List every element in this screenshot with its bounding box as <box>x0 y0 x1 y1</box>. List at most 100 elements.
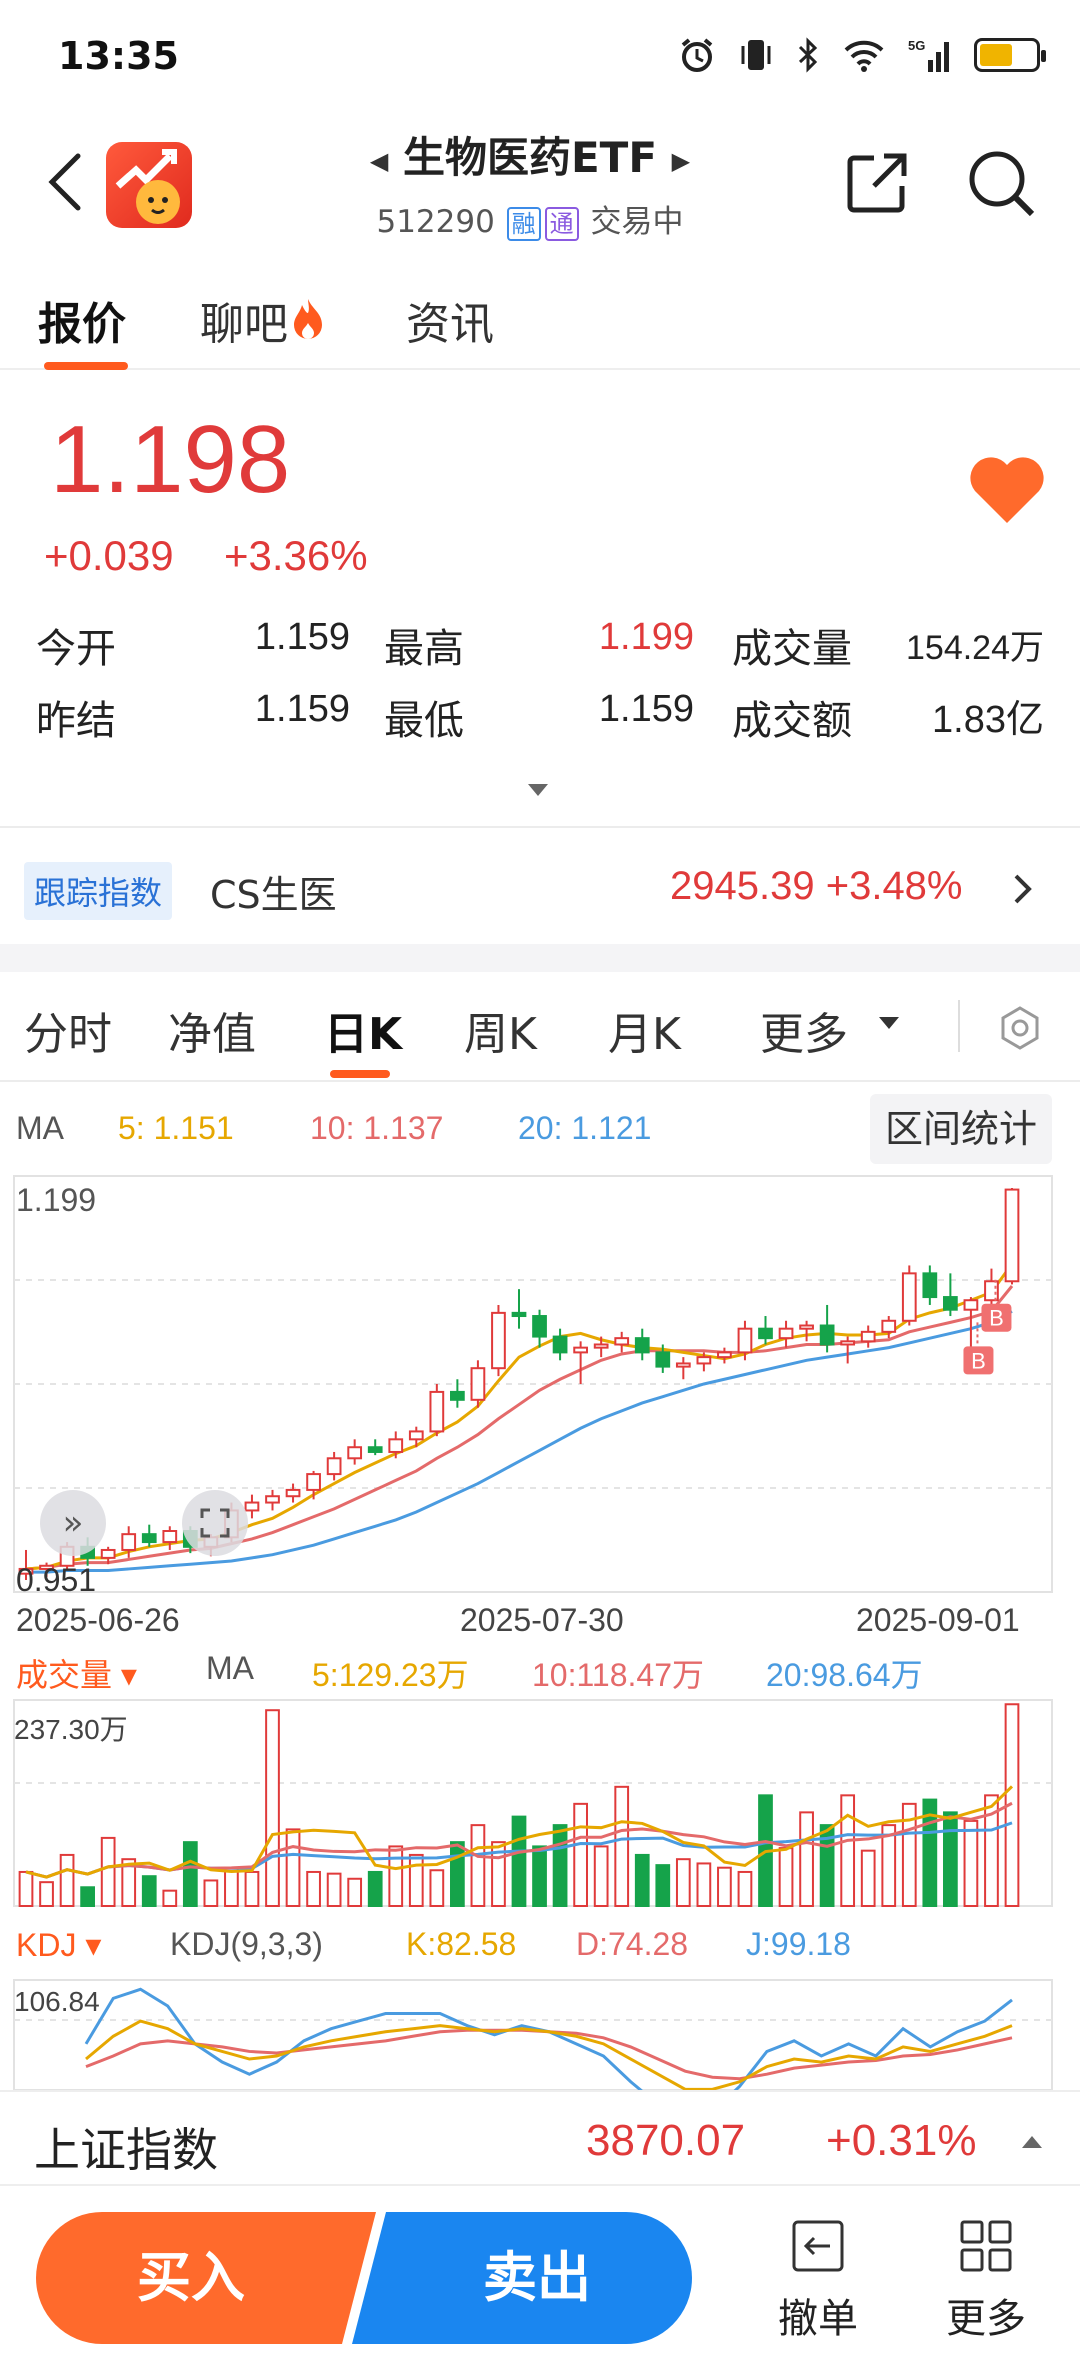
candle-body <box>367 1446 383 1453</box>
candle-body <box>552 1335 568 1354</box>
more-actions-label: 更多 <box>946 2296 1026 2342</box>
volume-bar <box>696 1862 712 1908</box>
buy-marker-label: B <box>989 1306 1004 1331</box>
volume-bar <box>306 1870 321 1908</box>
buy-button[interactable]: 买入 <box>36 2212 376 2344</box>
volume-bar <box>182 1841 198 1907</box>
volume-bar <box>80 1886 95 1908</box>
cancel-order-label: 撤单 <box>778 2296 858 2342</box>
price-axis-max: 1.199 <box>16 1182 97 1218</box>
volume-bar <box>593 1845 609 1907</box>
cancel-order-button[interactable]: 撤单 <box>758 2218 878 2344</box>
volume-bar <box>614 1785 630 1907</box>
kdj-d-value: D:74.28 <box>576 1926 689 1962</box>
date-label-end: 2025-09-01 <box>856 1602 1020 1638</box>
price-axis-min: 0.951 <box>16 1562 97 1598</box>
volume-bar <box>347 1877 363 1908</box>
volume-axis-max: 237.30万 <box>14 1714 128 1745</box>
volume-indicator-label[interactable]: 成交量 ▾ <box>16 1650 137 1696</box>
candle-body <box>881 1319 897 1333</box>
candle-body <box>1004 1188 1020 1283</box>
candle-body <box>840 1340 856 1346</box>
volume-bar <box>18 1870 34 1908</box>
volume-bar <box>326 1872 342 1907</box>
sell-button[interactable]: 卖出 <box>352 2212 692 2344</box>
volume-bar <box>943 1811 958 1908</box>
volume-bar <box>162 1889 178 1907</box>
volume-bar <box>285 1828 301 1907</box>
candle-body <box>347 1446 363 1460</box>
volume-ma5: 5:129.23万 <box>312 1657 469 1693</box>
candle-body <box>634 1337 650 1354</box>
candle-body <box>696 1356 712 1365</box>
candle-body <box>737 1327 753 1354</box>
volume-bar <box>963 1819 979 1908</box>
volume-bar <box>799 1811 814 1908</box>
candle-body <box>778 1327 794 1340</box>
volume-ma-label: MA <box>206 1650 254 1686</box>
kline-chart[interactable]: BB <box>0 0 1080 2090</box>
kdj-indicator-label[interactable]: KDJ ▾ <box>16 1926 101 1964</box>
volume-bar <box>224 1866 239 1908</box>
kdj-j-line <box>84 1987 1013 2090</box>
volume-bar <box>778 1847 794 1908</box>
volume-bar <box>634 1853 650 1908</box>
fullscreen-icon <box>200 1508 230 1538</box>
volume-bar <box>408 1853 424 1908</box>
volume-bar <box>717 1866 732 1908</box>
candle-body <box>429 1390 445 1433</box>
candle-body <box>984 1280 999 1302</box>
fullscreen-button[interactable] <box>182 1490 248 1556</box>
candle-body <box>265 1495 280 1504</box>
volume-bar <box>655 1864 671 1908</box>
kdj-j-value: J:99.18 <box>746 1926 851 1962</box>
volume-ma10: 10:118.47万 <box>532 1657 704 1693</box>
candle-body <box>450 1390 465 1401</box>
volume-bar <box>511 1815 527 1908</box>
candle-body <box>758 1327 773 1340</box>
volume-bar <box>100 1836 116 1907</box>
index-ticker-bar[interactable]: 上证指数 3870.07 +0.31% <box>0 2090 1080 2186</box>
volume-bar <box>429 1869 445 1908</box>
volume-indicator-text: 成交量 <box>16 1657 113 1693</box>
volume-bar <box>141 1875 157 1908</box>
candle-body <box>655 1351 671 1368</box>
candle-body <box>532 1315 547 1338</box>
volume-bar <box>737 1870 753 1908</box>
index-value: 3870.07 <box>586 2116 746 2165</box>
candle-body <box>100 1548 116 1559</box>
volume-bar <box>450 1841 465 1907</box>
cancel-order-icon <box>792 2220 844 2272</box>
index-change-pct: +0.31% <box>826 2116 977 2165</box>
kdj-k-value: K:82.58 <box>406 1926 517 1962</box>
buy-marker-label: B <box>971 1348 986 1373</box>
index-name: 上证指数 <box>34 2123 218 2177</box>
candle-body <box>511 1311 527 1318</box>
candle-body <box>799 1324 814 1330</box>
candle-body <box>388 1438 404 1453</box>
candle-body <box>470 1367 486 1401</box>
candle-body <box>614 1337 630 1346</box>
candle-body <box>943 1296 958 1311</box>
caret-up-icon[interactable] <box>1020 2134 1044 2150</box>
volume-bar <box>573 1802 588 1908</box>
candle-body <box>408 1430 424 1441</box>
candle-body <box>860 1330 876 1343</box>
candle-body <box>819 1324 835 1346</box>
candle-body <box>675 1362 691 1368</box>
candle-body <box>285 1488 301 1498</box>
date-label-mid: 2025-07-30 <box>460 1602 624 1638</box>
date-label-start: 2025-06-26 <box>16 1602 180 1638</box>
kdj-indicator-text: KDJ <box>16 1927 77 1963</box>
candle-body <box>306 1473 321 1491</box>
volume-bar <box>388 1845 404 1907</box>
more-actions-button[interactable]: 更多 <box>926 2218 1046 2344</box>
volume-bar <box>203 1879 219 1907</box>
kdj-axis-max: 106.84 <box>14 1986 100 2017</box>
volume-bar <box>59 1853 75 1908</box>
grid-icon <box>960 2220 1012 2272</box>
volume-bar <box>39 1881 54 1907</box>
scroll-to-latest-button[interactable]: » <box>40 1490 106 1556</box>
candle-body <box>573 1346 588 1354</box>
volume-bar <box>367 1870 383 1908</box>
